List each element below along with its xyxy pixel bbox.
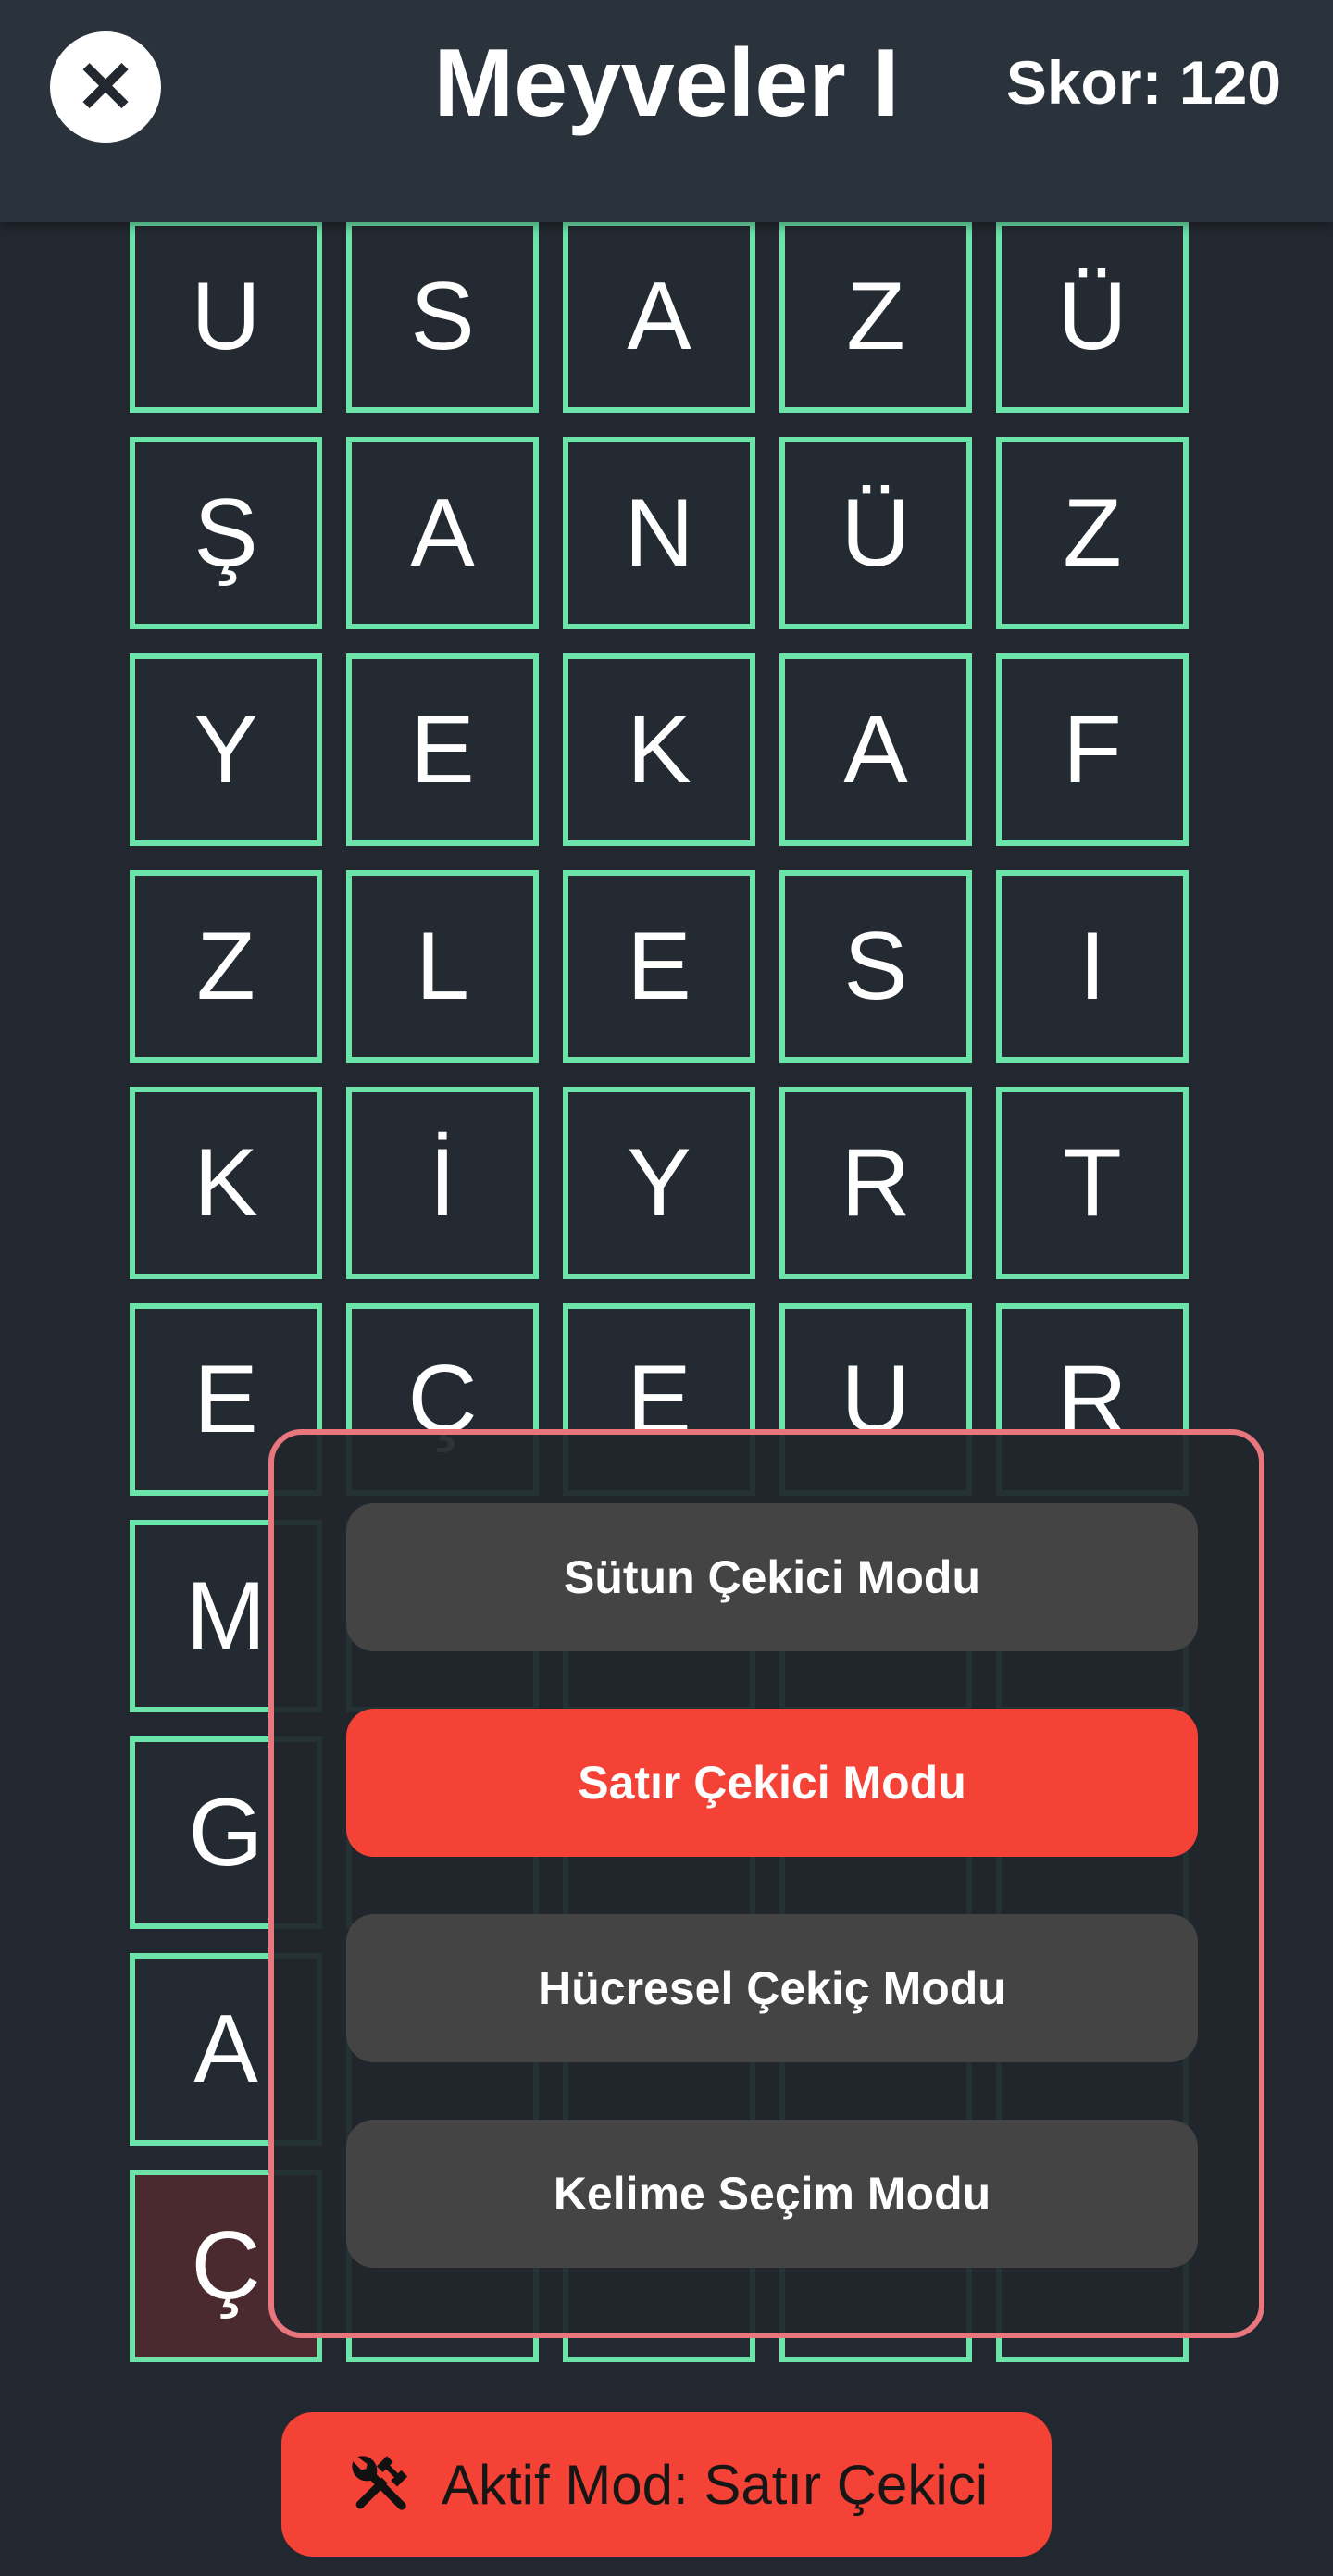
grid-cell[interactable]: N — [563, 437, 755, 629]
level-title: Meyveler I — [433, 30, 900, 137]
grid-cell[interactable]: K — [563, 653, 755, 846]
grid-cell[interactable]: K — [130, 1087, 322, 1279]
grid-cell[interactable]: Z — [779, 220, 972, 413]
grid-cell[interactable]: Ü — [779, 437, 972, 629]
grid-cell[interactable]: S — [779, 870, 972, 1063]
grid-cell[interactable]: I — [996, 870, 1189, 1063]
grid-cell[interactable]: Y — [130, 653, 322, 846]
cell-hammer-mode-button[interactable]: Hücresel Çekiç Modu — [346, 1914, 1198, 2062]
word-select-mode-button[interactable]: Kelime Seçim Modu — [346, 2120, 1198, 2268]
grid-cell[interactable]: Z — [996, 437, 1189, 629]
score-display: Skor: 120 — [1005, 48, 1281, 117]
grid-cell[interactable]: R — [779, 1087, 972, 1279]
grid-cell[interactable]: A — [779, 653, 972, 846]
grid-cell[interactable]: Ş — [130, 437, 322, 629]
grid-cell[interactable]: A — [563, 220, 755, 413]
active-mode-label: Aktif Mod: Satır Çekici — [441, 2453, 989, 2516]
grid-cell[interactable]: L — [346, 870, 539, 1063]
row-hammer-mode-button[interactable]: Satır Çekici Modu — [346, 1709, 1198, 1857]
grid-cell[interactable]: A — [346, 437, 539, 629]
grid-cell[interactable]: E — [346, 653, 539, 846]
mode-selection-menu: Sütun Çekici Modu Satır Çekici Modu Hücr… — [268, 1429, 1264, 2338]
grid-cell[interactable]: E — [563, 870, 755, 1063]
active-mode-button[interactable]: Aktif Mod: Satır Çekici — [281, 2412, 1052, 2557]
column-hammer-mode-button[interactable]: Sütun Çekici Modu — [346, 1503, 1198, 1651]
grid-cell[interactable]: Ü — [996, 220, 1189, 413]
grid-cell[interactable]: Z — [130, 870, 322, 1063]
grid-cell[interactable]: U — [130, 220, 322, 413]
hammer-wrench-icon — [345, 2449, 416, 2520]
grid-cell[interactable]: F — [996, 653, 1189, 846]
close-icon: ✕ — [75, 46, 136, 128]
close-button[interactable]: ✕ — [50, 31, 161, 143]
grid-cell[interactable]: İ — [346, 1087, 539, 1279]
grid-cell[interactable]: Y — [563, 1087, 755, 1279]
grid-cell[interactable]: T — [996, 1087, 1189, 1279]
header-bar: ✕ Meyveler I Skor: 120 — [0, 0, 1333, 222]
grid-cell[interactable]: S — [346, 220, 539, 413]
